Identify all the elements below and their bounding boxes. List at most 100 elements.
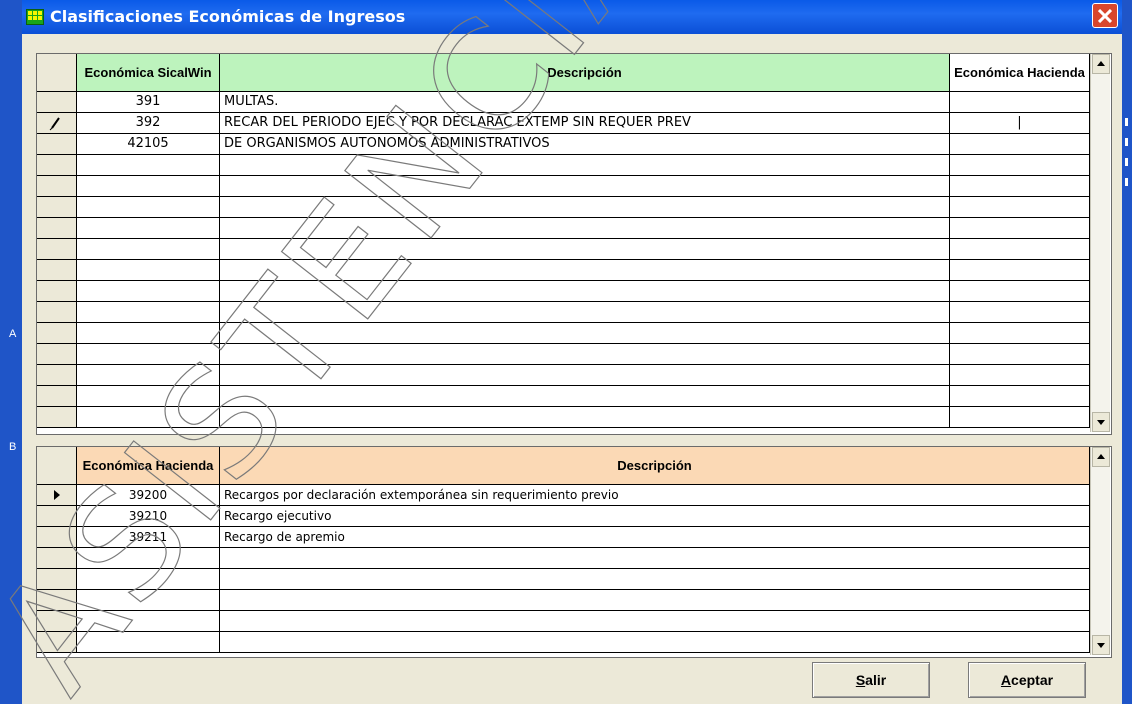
empty-cell[interactable]: [77, 302, 220, 323]
row-selector[interactable]: [37, 155, 77, 176]
empty-cell[interactable]: [77, 407, 220, 428]
scroll-down-button[interactable]: [1092, 412, 1110, 432]
empty-cell[interactable]: [220, 365, 950, 386]
description-cell[interactable]: Recargo de apremio: [220, 527, 1090, 548]
description-cell[interactable]: DE ORGANISMOS AUTONOMOS ADMINISTRATIVOS: [220, 134, 950, 155]
empty-cell[interactable]: [77, 611, 220, 632]
empty-cell[interactable]: [950, 155, 1090, 176]
hacienda-classification-grid[interactable]: Económica Hacienda Descripción 39200 Reca…: [36, 446, 1112, 658]
hacienda-cell[interactable]: [950, 134, 1090, 155]
bottom-grid-scrollbar[interactable]: [1090, 447, 1110, 655]
row-selector[interactable]: [37, 239, 77, 260]
description-cell[interactable]: RECAR DEL PERIODO EJEC Y POR DECLARAC EX…: [220, 113, 950, 134]
empty-cell[interactable]: [77, 239, 220, 260]
row-selector[interactable]: [37, 176, 77, 197]
row-selector[interactable]: [37, 260, 77, 281]
row-selector[interactable]: [37, 218, 77, 239]
empty-cell[interactable]: [77, 386, 220, 407]
empty-cell[interactable]: [950, 218, 1090, 239]
sicalwin-classification-grid[interactable]: Económica SicalWin Descripción Económica…: [36, 53, 1112, 435]
salir-button[interactable]: Salir: [812, 662, 930, 698]
empty-cell[interactable]: [950, 176, 1090, 197]
row-selector[interactable]: [37, 365, 77, 386]
empty-cell[interactable]: [220, 281, 950, 302]
description-cell[interactable]: Recargos por declaración extemporánea si…: [220, 485, 1090, 506]
row-selector[interactable]: [37, 134, 77, 155]
empty-cell[interactable]: [950, 239, 1090, 260]
code-cell[interactable]: 391: [77, 92, 220, 113]
row-selector[interactable]: [37, 323, 77, 344]
empty-cell[interactable]: [77, 155, 220, 176]
empty-cell[interactable]: [220, 323, 950, 344]
empty-cell[interactable]: [950, 386, 1090, 407]
empty-cell[interactable]: [77, 260, 220, 281]
header-descripcion[interactable]: Descripción: [220, 54, 950, 92]
empty-cell[interactable]: [77, 281, 220, 302]
scroll-up-button[interactable]: [1092, 447, 1110, 467]
row-selector[interactable]: [37, 302, 77, 323]
empty-cell[interactable]: [220, 407, 950, 428]
empty-cell[interactable]: [220, 239, 950, 260]
row-selector[interactable]: [37, 506, 77, 527]
empty-cell[interactable]: [220, 218, 950, 239]
header-economica-hacienda[interactable]: Económica Hacienda: [950, 54, 1090, 92]
top-grid-scrollbar[interactable]: [1090, 54, 1110, 432]
row-selector[interactable]: [37, 386, 77, 407]
row-selector[interactable]: [37, 92, 77, 113]
description-cell[interactable]: MULTAS.: [220, 92, 950, 113]
row-selector[interactable]: [37, 281, 77, 302]
empty-cell[interactable]: [220, 302, 950, 323]
row-selector[interactable]: [37, 569, 77, 590]
aceptar-button[interactable]: Aceptar: [968, 662, 1086, 698]
empty-cell[interactable]: [220, 155, 950, 176]
scroll-down-button[interactable]: [1092, 635, 1110, 655]
code-cell[interactable]: 42105: [77, 134, 220, 155]
row-selector[interactable]: [37, 548, 77, 569]
empty-cell[interactable]: [220, 344, 950, 365]
empty-cell[interactable]: [77, 218, 220, 239]
empty-cell[interactable]: [77, 569, 220, 590]
code-cell[interactable]: 39211: [77, 527, 220, 548]
header-economica-hacienda[interactable]: Económica Hacienda: [77, 447, 220, 485]
empty-cell[interactable]: [77, 548, 220, 569]
empty-cell[interactable]: [220, 569, 1090, 590]
empty-cell[interactable]: [950, 365, 1090, 386]
empty-cell[interactable]: [950, 407, 1090, 428]
title-bar[interactable]: Clasificaciones Económicas de Ingresos: [22, 0, 1122, 34]
empty-cell[interactable]: [950, 281, 1090, 302]
row-selector[interactable]: [37, 527, 77, 548]
row-selector[interactable]: [37, 590, 77, 611]
empty-cell[interactable]: [77, 632, 220, 653]
empty-cell[interactable]: [220, 590, 1090, 611]
empty-cell[interactable]: [220, 260, 950, 281]
empty-cell[interactable]: [950, 260, 1090, 281]
empty-cell[interactable]: [950, 302, 1090, 323]
empty-cell[interactable]: [950, 197, 1090, 218]
empty-cell[interactable]: [77, 365, 220, 386]
empty-cell[interactable]: [220, 386, 950, 407]
empty-cell[interactable]: [77, 590, 220, 611]
row-selector[interactable]: [37, 407, 77, 428]
row-selector[interactable]: [37, 197, 77, 218]
code-cell[interactable]: 39200: [77, 485, 220, 506]
scroll-up-button[interactable]: [1092, 54, 1110, 74]
row-selector[interactable]: [37, 611, 77, 632]
close-button[interactable]: [1092, 3, 1118, 28]
empty-cell[interactable]: [77, 197, 220, 218]
code-cell[interactable]: 392: [77, 113, 220, 134]
row-selector[interactable]: [37, 113, 77, 134]
code-cell[interactable]: 39210: [77, 506, 220, 527]
empty-cell[interactable]: [220, 632, 1090, 653]
description-cell[interactable]: Recargo ejecutivo: [220, 506, 1090, 527]
hacienda-cell[interactable]: |: [950, 113, 1090, 134]
row-selector[interactable]: [37, 485, 77, 506]
header-economica-sicalwin[interactable]: Económica SicalWin: [77, 54, 220, 92]
empty-cell[interactable]: [220, 548, 1090, 569]
row-selector[interactable]: [37, 344, 77, 365]
empty-cell[interactable]: [220, 611, 1090, 632]
empty-cell[interactable]: [950, 344, 1090, 365]
empty-cell[interactable]: [220, 197, 950, 218]
empty-cell[interactable]: [77, 176, 220, 197]
hacienda-cell[interactable]: [950, 92, 1090, 113]
row-selector[interactable]: [37, 632, 77, 653]
